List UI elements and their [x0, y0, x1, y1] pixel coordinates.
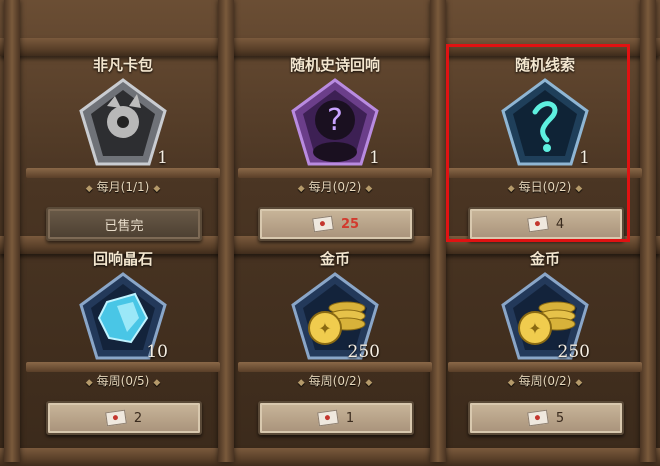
price: 1: [345, 410, 355, 426]
item-title: 非凡卡包: [92, 56, 153, 74]
price: 25: [340, 216, 360, 232]
buy-button[interactable]: 1: [258, 401, 414, 435]
svg-text:✦: ✦: [318, 319, 331, 338]
ticket-currency-icon: [316, 409, 339, 427]
ticket-currency-icon: [312, 215, 334, 233]
item-count: 10: [146, 342, 168, 362]
shelf-ledge: [26, 362, 220, 372]
svg-text:✦: ✦: [528, 319, 541, 338]
item-title: 随机史诗回响: [289, 56, 380, 74]
purchase-limit: ◆ 每周(0/2) ◆: [297, 374, 373, 388]
ticket-currency-icon: [104, 409, 127, 427]
svg-text:?: ?: [327, 103, 343, 138]
shop-item-gold-coins[interactable]: 金币 ✦ 250 ◆ 每周(0/2) ◆ 1: [230, 248, 440, 448]
shelf-board-bottom: [0, 448, 660, 466]
selection-highlight: [446, 44, 630, 242]
item-count: 250: [557, 342, 590, 362]
shop-item-echo-crystal[interactable]: 回响晶石 10 ◆ 每周(0/5) ◆ 2: [18, 248, 228, 448]
price: 2: [133, 410, 143, 426]
mystery-epic-echo-icon: ?: [291, 78, 379, 166]
buy-button[interactable]: 25: [258, 207, 414, 241]
buy-button[interactable]: 5: [468, 401, 624, 435]
card-pack-icon: [79, 78, 167, 166]
price: 5: [555, 410, 565, 426]
shelf-ledge: [238, 168, 432, 178]
shop-item-gold-coins[interactable]: 金币 ✦ 250 ◆ 每周(0/2) ◆ 5: [440, 248, 650, 448]
purchase-limit: ◆ 每月(1/1) ◆: [85, 180, 161, 194]
item-count: 250: [347, 342, 380, 362]
item-title: 金币: [319, 250, 350, 268]
shelf-ledge: [448, 362, 642, 372]
item-count: 1: [157, 148, 168, 168]
item-count: 1: [369, 148, 380, 168]
ticket-currency-icon: [526, 409, 549, 427]
item-title: 回响晶石: [92, 250, 153, 268]
buy-button[interactable]: 2: [46, 401, 202, 435]
shop-item-card-pack[interactable]: 非凡卡包 1 ◆ 每月(1/1) ◆ 已售完: [18, 54, 228, 254]
purchase-limit: ◆ 每月(0/2) ◆: [297, 180, 373, 194]
shop-item-random-epic-echo[interactable]: 随机史诗回响 ? 1 ◆ 每月(0/2) ◆ 25: [230, 54, 440, 254]
item-title: 金币: [529, 250, 560, 268]
shelf-ledge: [26, 168, 220, 178]
sold-out-button[interactable]: 已售完: [46, 207, 202, 241]
shelf-ledge: [238, 362, 432, 372]
purchase-limit: ◆ 每周(0/5) ◆: [85, 374, 161, 388]
purchase-limit: ◆ 每周(0/2) ◆: [507, 374, 583, 388]
